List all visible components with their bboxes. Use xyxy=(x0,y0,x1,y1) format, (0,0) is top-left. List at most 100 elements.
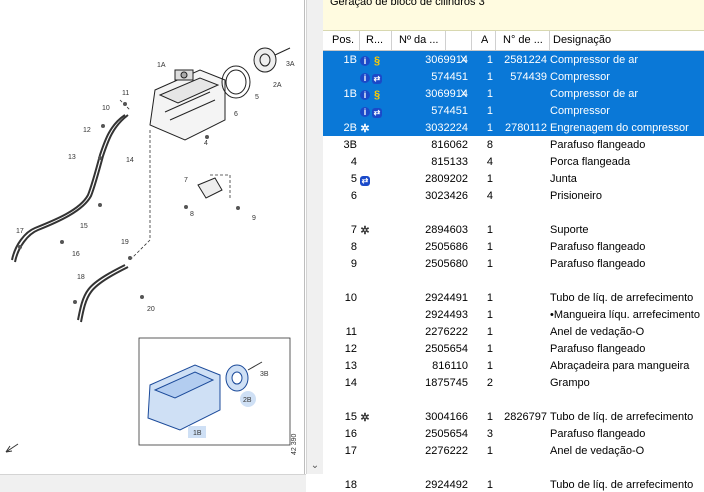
table-row[interactable]: 2924493 1 •Mangueira líqu. arrefecimento xyxy=(323,306,704,323)
info-icon[interactable]: i xyxy=(360,90,370,100)
info-icon[interactable]: i xyxy=(360,107,370,117)
column-header-desc[interactable]: Designação xyxy=(553,34,611,46)
cell-pos: 6 xyxy=(350,190,357,202)
table-row[interactable]: 4 815133 4 Porca flangeada xyxy=(323,153,704,170)
cell-description: Compressor xyxy=(550,105,610,117)
table-row[interactable]: 14 1875745 2 Grampo xyxy=(323,374,704,391)
cell-serial-number xyxy=(495,274,547,288)
column-header-r[interactable]: R... xyxy=(366,34,383,46)
cell-icons xyxy=(360,308,390,322)
swap-icon[interactable]: ⇄ xyxy=(372,108,382,118)
cell-description: Compressor xyxy=(550,71,610,83)
table-row[interactable]: 3B 816062 8 Parafuso flangeado xyxy=(323,136,704,153)
table-row[interactable]: 12 2505654 1 Parafuso flangeado xyxy=(323,340,704,357)
table-row[interactable]: i ⇄ 574451 1 Compressor xyxy=(323,102,704,119)
table-row[interactable]: 13 816110 1 Abraçadeira para mangueira xyxy=(323,357,704,374)
cell-description: Anel de vedação-O xyxy=(550,445,645,457)
cell-serial-number xyxy=(495,342,547,356)
gear-icon[interactable]: ✲ xyxy=(360,124,370,135)
section-icon[interactable]: § xyxy=(372,56,382,67)
cell-icons xyxy=(360,444,390,458)
cell-serial-number xyxy=(495,393,547,407)
column-divider[interactable] xyxy=(445,31,446,50)
table-row[interactable]: 1B i § 3069914 X 1 Compressor de ar xyxy=(323,85,704,102)
cell-icons: i ⇄ xyxy=(360,104,390,118)
callout-10: 10 xyxy=(102,105,110,112)
table-header: Pos. R... Nº da ... A N° de ... Designaç… xyxy=(323,31,704,51)
info-icon[interactable]: i xyxy=(360,73,370,83)
gear-icon[interactable]: ✲ xyxy=(360,413,370,424)
table-row[interactable]: 7 ✲ 2894603 1 Suporte xyxy=(323,221,704,238)
cell-icons xyxy=(360,393,390,407)
table-row[interactable]: 2B ✲ 3032224 1 2780112 Engrenagem do compress… xyxy=(323,119,704,136)
cell-icons: i ⇄ xyxy=(360,70,390,84)
cell-description xyxy=(550,393,704,407)
column-divider[interactable] xyxy=(359,31,360,50)
table-row[interactable] xyxy=(323,391,704,408)
table-row[interactable] xyxy=(323,272,704,289)
diagram-horizontal-scrollbar[interactable] xyxy=(0,474,306,492)
table-row[interactable] xyxy=(323,459,704,476)
cell-quantity: 1 xyxy=(486,54,493,66)
diagram-vertical-scrollbar[interactable]: ⌄ xyxy=(306,0,323,474)
cell-x-flag xyxy=(456,359,471,373)
callout-9: 9 xyxy=(252,215,256,222)
callout-13: 13 xyxy=(68,154,76,161)
cell-quantity: 1 xyxy=(486,292,493,304)
table-row[interactable]: 15 ✲ 3004166 1 2826797 Tubo de líq. de arrefe… xyxy=(323,408,704,425)
table-row[interactable]: 11 2276222 1 Anel de vedação-O xyxy=(323,323,704,340)
column-header-num[interactable]: Nº da ... xyxy=(399,34,438,46)
table-row[interactable]: 16 2505654 3 Parafuso flangeado xyxy=(323,425,704,442)
section-icon[interactable]: § xyxy=(372,90,382,101)
callout-16: 16 xyxy=(72,251,80,258)
cell-quantity: 1 xyxy=(486,360,493,372)
cell-icons xyxy=(360,291,390,305)
callout-6: 6 xyxy=(234,111,238,118)
cell-quantity: 4 xyxy=(486,190,493,202)
cell-pos: 18 xyxy=(344,479,357,491)
column-header-a[interactable]: A xyxy=(481,34,488,46)
cell-x-flag xyxy=(456,291,471,305)
cell-description: Parafuso flangeado xyxy=(550,139,646,151)
cell-description: Tubo de líq. de arrefecimento xyxy=(550,292,694,304)
cell-description: Parafuso flangeado xyxy=(550,343,646,355)
table-row[interactable] xyxy=(323,204,704,221)
table-row[interactable]: 1B i § 3069914 X 1 2581224 Compressor de ar xyxy=(323,51,704,68)
table-row[interactable]: i ⇄ 574451 1 574439 Compressor xyxy=(323,68,704,85)
cell-description: Tubo de líq. de arrefecimento xyxy=(550,479,694,491)
parts-diagram[interactable]: 1A 2A 3A 4 5 6 7 8 9 10 11 12 13 14 15 1… xyxy=(0,0,305,474)
cell-description: •Mangueira líqu. arrefecimento xyxy=(550,309,700,321)
cell-x-flag xyxy=(456,376,471,390)
swap-icon[interactable]: ⇄ xyxy=(360,176,370,186)
gear-icon[interactable]: ✲ xyxy=(360,226,370,237)
callout-3a: 3A xyxy=(286,61,295,68)
column-header-n[interactable]: N° de ... xyxy=(503,34,543,46)
cell-description: Junta xyxy=(550,173,577,185)
cell-pos: 2B xyxy=(343,122,357,134)
column-divider[interactable] xyxy=(549,31,550,50)
drawing-code: 42 390 xyxy=(291,433,298,455)
cell-description: Compressor de ar xyxy=(550,54,639,66)
table-row[interactable]: 9 2505680 1 Parafuso flangeado xyxy=(323,255,704,272)
table-row[interactable]: 17 2276222 1 Anel de vedação-O xyxy=(323,442,704,459)
cell-pos: 5 xyxy=(350,173,357,185)
info-icon[interactable]: i xyxy=(360,56,370,66)
column-divider[interactable] xyxy=(471,31,472,50)
swap-icon[interactable]: ⇄ xyxy=(372,74,382,84)
column-header-pos[interactable]: Pos. xyxy=(332,34,354,46)
table-row[interactable]: 5 ⇄ 2809202 1 Junta xyxy=(323,170,704,187)
cell-x-flag xyxy=(456,461,471,475)
table-row[interactable]: 6 3023426 4 Prisioneiro xyxy=(323,187,704,204)
direction-arrow-icon xyxy=(5,443,19,453)
cell-pos: 14 xyxy=(344,377,357,389)
callout-20: 20 xyxy=(147,306,155,313)
table-row[interactable]: 18 2924492 1 Tubo de líq. de arrefecimento xyxy=(323,476,704,491)
cell-icons xyxy=(360,376,390,390)
column-divider[interactable] xyxy=(391,31,392,50)
table-row[interactable]: 8 2505686 1 Parafuso flangeado xyxy=(323,238,704,255)
cell-icons: ✲ xyxy=(360,223,390,237)
column-divider[interactable] xyxy=(495,31,496,50)
cell-description: Parafuso flangeado xyxy=(550,258,646,270)
scroll-down-icon[interactable]: ⌄ xyxy=(309,460,321,472)
table-row[interactable]: 10 2924491 1 Tubo de líq. de arrefecimento xyxy=(323,289,704,306)
